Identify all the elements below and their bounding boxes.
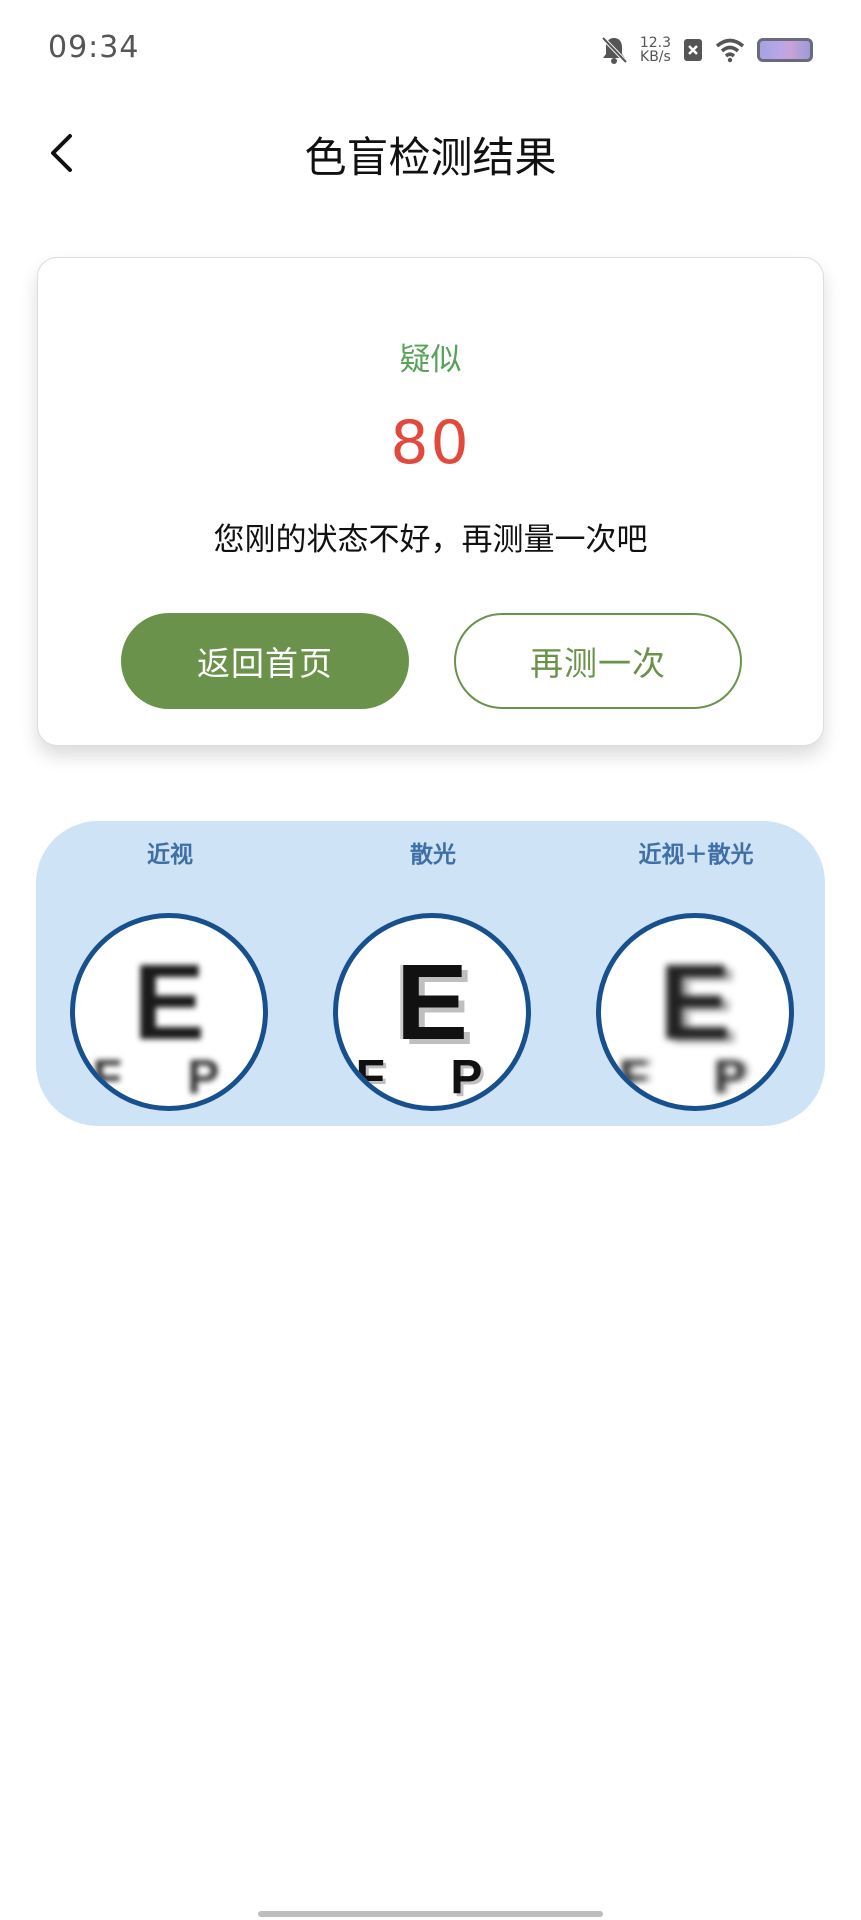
eye-chart-circle: E F P [596,913,794,1111]
bell-muted-icon [600,35,628,65]
result-message: 您刚的状态不好，再测量一次吧 [213,522,648,558]
home-indicator[interactable] [258,1911,603,1917]
result-score: 80 [390,408,471,478]
eye-chart-row: F P [618,1051,772,1104]
status-time: 09:34 [48,30,140,65]
eye-chart-letter: E [658,941,732,1062]
vision-item-myopia: 近视 E F P [70,821,270,1126]
result-label: 疑似 [399,342,462,378]
vision-item-astigmatism: 散光 E F P [333,821,533,1126]
vision-item-myopia-astigmatism: 近视＋散光 E F P [596,821,796,1126]
screen: 09:34 12.3 KB/s 色盲检测结果 疑似 80 您刚的状态不好，再测量… [0,0,861,1920]
eye-chart-row: F P [355,1051,509,1104]
vision-label: 散光 [410,842,456,868]
network-speed-unit: KB/s [640,49,671,65]
wifi-icon [715,37,745,63]
battery-icon [757,38,813,62]
network-speed-value: 12.3 [639,35,671,51]
vision-label: 近视 [147,842,193,868]
eye-chart-circle: E F P [333,913,531,1111]
eye-chart-row: F P [92,1051,246,1104]
sim-blocked-icon [683,38,703,62]
retest-button[interactable]: 再测一次 [454,613,742,709]
eye-chart-circle: E F P [70,913,268,1111]
back-to-home-button[interactable]: 返回首页 [121,613,409,709]
eye-chart-letter: E [395,941,469,1062]
header: 色盲检测结果 [0,110,861,200]
vision-illustration: 近视 E F P 散光 E F P 近视＋散光 E F P [36,821,825,1126]
page-title: 色盲检测结果 [304,133,557,182]
eye-chart-letter: E [132,941,206,1062]
status-bar: 09:34 12.3 KB/s [0,0,861,100]
result-card: 疑似 80 您刚的状态不好，再测量一次吧 返回首页 再测一次 [37,257,824,746]
network-speed: 12.3 KB/s [640,36,671,64]
vision-label: 近视＋散光 [638,842,754,868]
status-icons: 12.3 KB/s [600,32,813,68]
